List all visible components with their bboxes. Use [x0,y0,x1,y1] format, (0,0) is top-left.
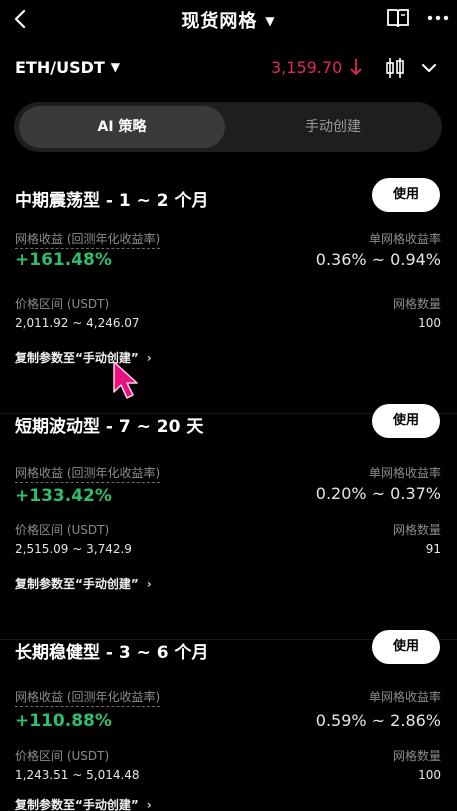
copy-params-link[interactable]: 复制参数至“手动创建” › [15,797,152,811]
strategy-card: 中期震荡型 - 1 ~ 2 个月 使用 网格收益 (回测年化收益率) 单网格收益… [0,178,457,414]
grid-count-label: 网格数量 [392,523,441,537]
pair-name: ETH/USDT [15,58,105,77]
copy-params-label: 复制参数至“手动创建” [15,798,139,811]
chevron-down-icon[interactable] [420,60,438,76]
more-icon[interactable] [426,9,450,27]
per-grid-label: 单网格收益率 [368,466,441,480]
tab-ai-strategy[interactable]: AI 策略 [19,106,225,148]
tab-manual-create[interactable]: 手动创建 [228,106,438,148]
grid-count-label: 网格数量 [392,297,441,311]
book-icon[interactable] [386,7,410,29]
chevron-right-icon: › [146,577,152,591]
grid-profit-label[interactable]: 网格收益 (回测年化收益率) [15,232,161,249]
per-grid-label: 单网格收益率 [368,690,441,704]
pair-caret-icon: ▼ [110,60,121,74]
per-grid-value: 0.59% ~ 2.86% [315,711,441,730]
copy-params-label: 复制参数至“手动创建” [15,577,139,591]
top-bar: 现货网格 ▼ [0,0,457,40]
per-grid-value: 0.20% ~ 0.37% [315,484,441,503]
per-grid-value: 0.36% ~ 0.94% [315,250,441,269]
title-caret-icon: ▼ [265,14,276,28]
grid-count-value: 100 [418,316,441,330]
strategy-card: 长期稳健型 - 3 ~ 6 个月 使用 网格收益 (回测年化收益率) 单网格收益… [0,630,457,811]
use-button[interactable]: 使用 [372,630,440,664]
candlestick-icon[interactable] [383,57,407,79]
grid-profit-value: +133.42% [15,486,112,506]
arrow-down-icon [350,59,362,76]
screen: 现货网格 ▼ ETH/USDT ▼ 3,159.70 AI 策略 手动创建 中期… [0,0,457,811]
grid-profit-label[interactable]: 网格收益 (回测年化收益率) [15,466,161,483]
grid-profit-label[interactable]: 网格收益 (回测年化收益率) [15,690,161,707]
chevron-right-icon: › [146,798,152,811]
price-range-label: 价格区间 (USDT) [15,297,110,311]
last-price: 3,159.70 [271,58,343,77]
strategy-title: 长期稳健型 - 3 ~ 6 个月 [15,643,209,663]
page-title-text: 现货网格 [181,11,258,32]
use-button[interactable]: 使用 [372,404,440,438]
price-range-value: 1,243.51 ~ 5,014.48 [15,768,140,782]
grid-count-label: 网格数量 [392,749,441,763]
strategy-card: 短期波动型 - 7 ~ 20 天 使用 网格收益 (回测年化收益率) 单网格收益… [0,404,457,640]
strategy-title: 短期波动型 - 7 ~ 20 天 [15,417,204,437]
price-range-value: 2,011.92 ~ 4,246.07 [15,316,140,330]
strategy-title: 中期震荡型 - 1 ~ 2 个月 [15,191,209,211]
grid-count-value: 100 [418,768,441,782]
per-grid-label: 单网格收益率 [368,232,441,246]
chevron-right-icon: › [146,351,152,365]
price-range-label: 价格区间 (USDT) [15,749,110,763]
strategy-tabs: AI 策略 手动创建 [14,102,442,152]
grid-profit-value: +161.48% [15,250,112,270]
grid-profit-value: +110.88% [15,711,112,731]
price-range-value: 2,515.09 ~ 3,742.9 [15,542,132,556]
use-button[interactable]: 使用 [372,178,440,212]
price-range-label: 价格区间 (USDT) [15,523,110,537]
copy-params-link[interactable]: 复制参数至“手动创建” › [15,576,152,592]
pair-selector[interactable]: ETH/USDT ▼ [15,58,120,77]
cursor-icon [113,361,138,399]
grid-count-value: 91 [425,542,441,556]
